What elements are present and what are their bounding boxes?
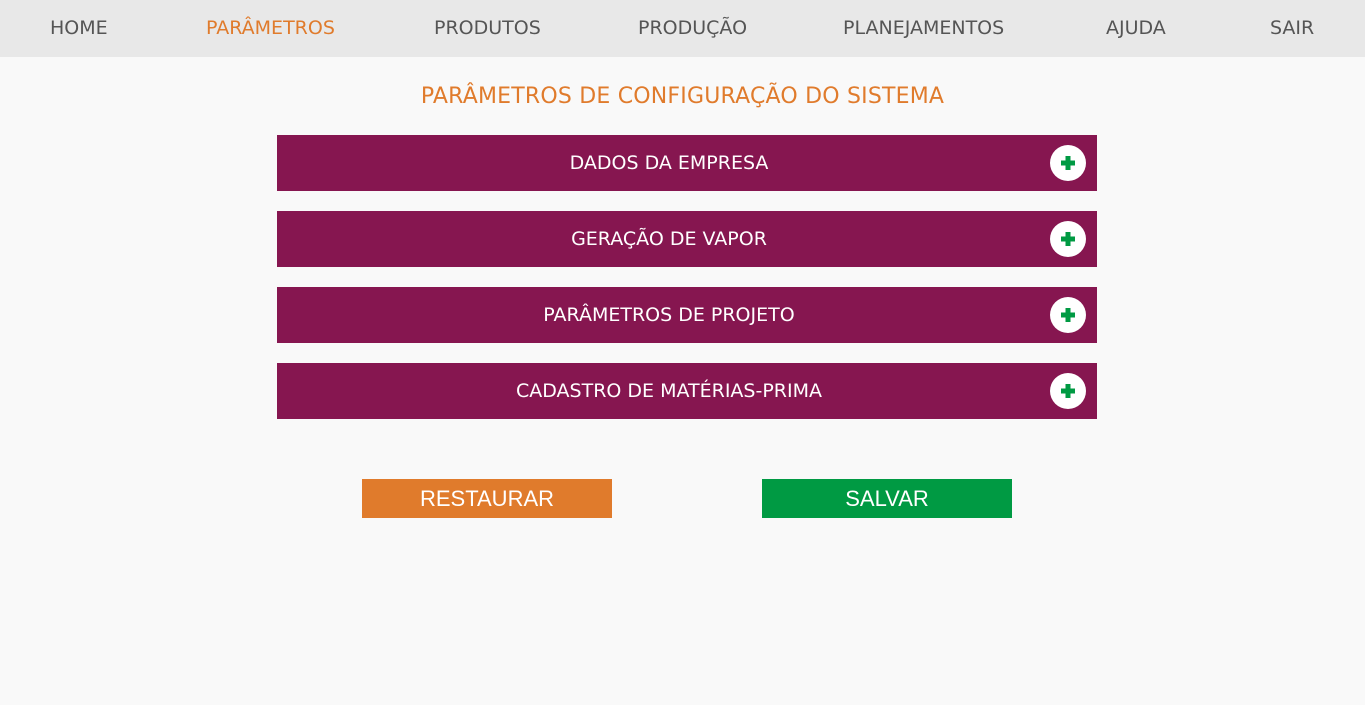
plus-icon [1061,232,1075,246]
page-title: PARÂMETROS DE CONFIGURAÇÃO DO SISTEMA [420,84,945,109]
nav-ajuda[interactable]: AJUDA [1106,0,1166,57]
section-label: CADASTRO DE MATÉRIAS-PRIMA [516,380,822,402]
nav-sair[interactable]: SAIR [1270,0,1314,57]
nav-planejamentos[interactable]: PLANEJAMENTOS [843,0,1004,57]
expand-button[interactable] [1050,373,1086,409]
section-cadastro-de-materias-prima[interactable]: CADASTRO DE MATÉRIAS-PRIMA [277,363,1097,419]
expand-button[interactable] [1050,221,1086,257]
section-parametros-de-projeto[interactable]: PARÂMETROS DE PROJETO [277,287,1097,343]
section-label: DADOS DA EMPRESA [569,152,769,174]
restore-button[interactable]: RESTAURAR [362,479,612,518]
plus-icon [1061,384,1075,398]
expand-button[interactable] [1050,145,1086,181]
section-label: PARÂMETROS DE PROJETO [543,304,795,326]
top-navigation-bar: HOME PARÂMETROS PRODUTOS PRODUÇÃO PLANEJ… [0,0,1365,57]
section-geracao-de-vapor[interactable]: GERAÇÃO DE VAPOR [277,211,1097,267]
nav-produtos[interactable]: PRODUTOS [434,0,541,57]
section-dados-da-empresa[interactable]: DADOS DA EMPRESA [277,135,1097,191]
plus-icon [1061,156,1075,170]
plus-icon [1061,308,1075,322]
section-label: GERAÇÃO DE VAPOR [571,228,767,250]
nav-parametros[interactable]: PARÂMETROS [206,0,335,57]
expand-button[interactable] [1050,297,1086,333]
nav-producao[interactable]: PRODUÇÃO [638,0,747,57]
save-button[interactable]: SALVAR [762,479,1012,518]
nav-home[interactable]: HOME [50,0,108,57]
